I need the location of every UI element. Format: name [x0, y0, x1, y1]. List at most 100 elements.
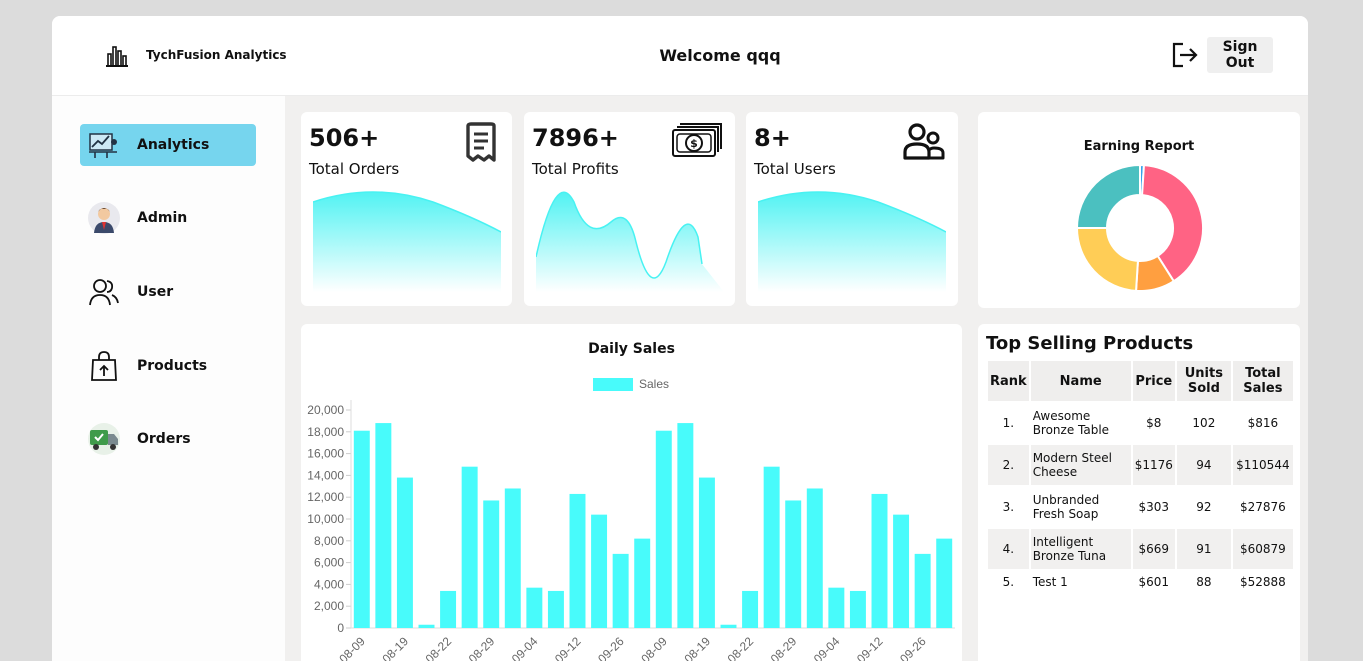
rank-cell: 1.	[1002, 416, 1015, 430]
sales-bar[interactable]	[483, 500, 500, 628]
sales-bar[interactable]	[547, 590, 564, 628]
table-row: 1. Awesome Bronze Table $8 102 $816	[988, 403, 1293, 443]
sales-bar[interactable]	[828, 587, 845, 628]
earning-report-title: Earning Report	[1083, 139, 1195, 154]
total-cell: $52888	[1239, 575, 1286, 589]
rank-cell: 3.	[1002, 500, 1015, 514]
sales-bar[interactable]	[936, 538, 953, 628]
sales-bar[interactable]	[504, 488, 521, 628]
x-tick-label: 2023-08-22	[703, 634, 757, 661]
y-tick-label: 2,000	[314, 599, 344, 613]
x-tick-label: 2023-09-26	[573, 634, 627, 661]
sales-bar[interactable]	[785, 500, 802, 628]
sales-bar[interactable]	[806, 488, 823, 628]
sidebar-item-analytics[interactable]: Analytics	[80, 124, 256, 166]
column-header: Total Sales	[1232, 361, 1293, 401]
top-products-table: Rank Name Price Units Sold Total Sales 1…	[986, 359, 1295, 595]
analytics-chart-icon	[84, 125, 124, 165]
sales-bar[interactable]	[353, 430, 370, 628]
sidebar-item-label: Admin	[137, 210, 188, 226]
name-cell: Awesome Bronze Table	[1032, 409, 1110, 437]
sidebar-item-label: Orders	[137, 431, 191, 447]
sales-bar[interactable]	[634, 538, 651, 628]
orders-sparkline	[313, 191, 501, 292]
name-cell: Test 1	[1032, 575, 1068, 589]
sales-bar[interactable]	[461, 466, 478, 628]
donut-slice-4[interactable]	[1075, 163, 1141, 229]
sidebar-item-label: User	[137, 284, 174, 300]
y-tick-label: 12,000	[307, 490, 344, 504]
sidebar-item-label: Analytics	[137, 137, 210, 153]
sales-bar[interactable]	[698, 477, 715, 628]
price-cell: $1176	[1132, 445, 1175, 485]
sales-bar[interactable]	[720, 624, 737, 628]
sales-bar[interactable]	[418, 624, 435, 628]
units-cell: 94	[1176, 445, 1231, 485]
x-tick-label: 2023-08-29	[444, 634, 498, 661]
app-window: TychFusion Analytics Welcome qqq Sign Ou…	[52, 16, 1308, 661]
money-icon: $	[671, 122, 723, 165]
sales-bar[interactable]	[655, 430, 672, 628]
y-tick-label: 14,000	[307, 468, 344, 482]
sales-bar[interactable]	[742, 590, 759, 628]
rank-cell: 4.	[988, 529, 1029, 569]
svg-text:$: $	[690, 137, 698, 150]
sales-bar[interactable]	[591, 514, 608, 628]
stat-value: 7896+	[532, 124, 619, 152]
total-cell: $60879	[1232, 529, 1293, 569]
x-tick-label: 2023-08-19	[660, 634, 714, 661]
receipt-icon	[462, 122, 500, 169]
stat-value: 8+	[754, 124, 791, 152]
donut-slice-3[interactable]	[1075, 227, 1139, 292]
sales-bar[interactable]	[763, 466, 780, 628]
daily-sales-bar-chart: 20,000 18,000 16,000 14,000 12,000 10,000 8,00…	[307, 400, 955, 661]
sales-bar[interactable]	[677, 423, 694, 628]
price-cell: $8	[1146, 416, 1162, 430]
units-cell: 92	[1196, 500, 1212, 514]
units-cell: 88	[1196, 575, 1212, 589]
admin-avatar-icon	[84, 198, 124, 238]
name-cell: Unbranded Fresh Soap	[1032, 493, 1100, 521]
y-tick-label: 18,000	[307, 425, 344, 439]
sales-bar[interactable]	[849, 590, 866, 628]
sales-bar[interactable]	[893, 514, 910, 628]
shopping-bag-icon	[84, 346, 124, 386]
name-cell: Intelligent Bronze Tuna	[1030, 529, 1131, 569]
profits-sparkline	[536, 191, 724, 292]
stat-card-orders: 506+ Total Orders	[301, 112, 512, 306]
welcome-message: Welcome qqq	[659, 46, 781, 65]
y-tick-label: 6,000	[314, 556, 344, 570]
sales-bar[interactable]	[612, 553, 629, 628]
x-tick-label: 2023-08-29	[746, 634, 800, 661]
top-header: TychFusion Analytics Welcome qqq Sign Ou…	[52, 16, 1308, 96]
users-sparkline	[758, 191, 946, 292]
sidebar-item-user[interactable]: User	[80, 271, 256, 313]
x-tick-label: 2023-09-26	[875, 634, 929, 661]
table-row: 2. Modern Steel Cheese $1176 94 $110544	[988, 445, 1293, 485]
sales-bar[interactable]	[526, 587, 543, 628]
y-tick-label: 0	[337, 621, 344, 635]
sidebar-item-admin[interactable]: Admin	[80, 197, 256, 239]
sign-out-button[interactable]: Sign Out	[1207, 37, 1273, 73]
y-tick-label: 16,000	[307, 447, 344, 461]
sidebar-item-orders[interactable]: Orders	[80, 418, 256, 460]
units-cell: 102	[1192, 416, 1216, 430]
sales-bar[interactable]	[914, 553, 931, 628]
x-tick-label: 2023-09-04	[789, 634, 843, 661]
table-row: 3. Unbranded Fresh Soap $303 92 $27876	[988, 487, 1293, 527]
sales-bar[interactable]	[375, 423, 392, 628]
users-icon	[84, 272, 124, 312]
sales-bar[interactable]	[396, 477, 413, 628]
sales-bar[interactable]	[440, 590, 457, 628]
sidebar-item-products[interactable]: Products	[80, 345, 256, 387]
stat-value: 506+	[309, 124, 380, 152]
table-row: 5. Test 1 $601 88 $52888	[988, 571, 1293, 593]
sales-bar[interactable]	[569, 493, 586, 628]
sales-bar[interactable]	[871, 493, 888, 628]
logout-icon[interactable]	[1169, 40, 1199, 75]
stat-label: Total Profits	[532, 160, 619, 178]
price-cell: $303	[1138, 500, 1170, 514]
daily-sales-card: Daily Sales Sales 20,000 18,000 16,000 14,0…	[301, 324, 962, 661]
stat-card-users: 8+ Total Users	[746, 112, 958, 306]
x-tick-label: 2023-09-12	[832, 634, 886, 661]
